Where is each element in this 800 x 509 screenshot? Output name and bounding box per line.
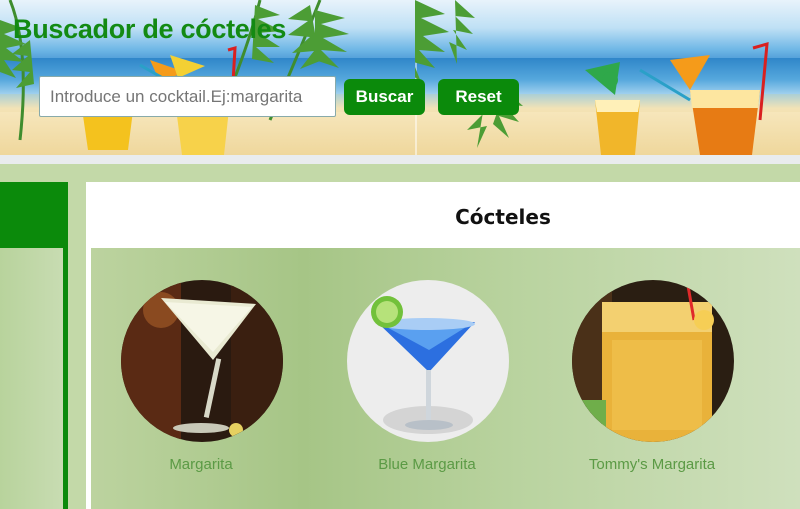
header-banner: Buscador de cócteles Buscar Reset: [0, 0, 800, 155]
cocktail-card[interactable]: Tommy's Margarita: [552, 280, 752, 490]
blue-margarita-photo-icon[interactable]: [347, 280, 509, 442]
section-title: Cócteles: [455, 205, 551, 229]
search-input[interactable]: [39, 76, 336, 117]
search-button[interactable]: Buscar: [344, 79, 425, 115]
cocktail-name[interactable]: Blue Margarita: [327, 456, 527, 473]
cocktail-name[interactable]: Margarita: [101, 456, 301, 473]
cocktail-grid: Margarita Blue Margarita Tommy's Margari…: [91, 248, 800, 509]
sidebar-header: [0, 182, 63, 248]
cocktail-card[interactable]: Margarita: [101, 280, 301, 490]
margarita-photo-icon[interactable]: [121, 280, 283, 442]
main-panel: Cócteles Margarita Blue Margarita Tommy'…: [86, 182, 800, 509]
cocktail-name[interactable]: Tommy's Margarita: [552, 456, 752, 473]
palm-leaves-right-icon: [415, 0, 769, 155]
sidebar: [0, 182, 68, 509]
page-title: Buscador de cócteles: [13, 14, 287, 44]
header-divider: [0, 155, 800, 164]
tommys-margarita-photo-icon[interactable]: [572, 280, 734, 442]
cocktail-card[interactable]: Blue Margarita: [327, 280, 527, 490]
reset-button[interactable]: Reset: [438, 79, 519, 115]
